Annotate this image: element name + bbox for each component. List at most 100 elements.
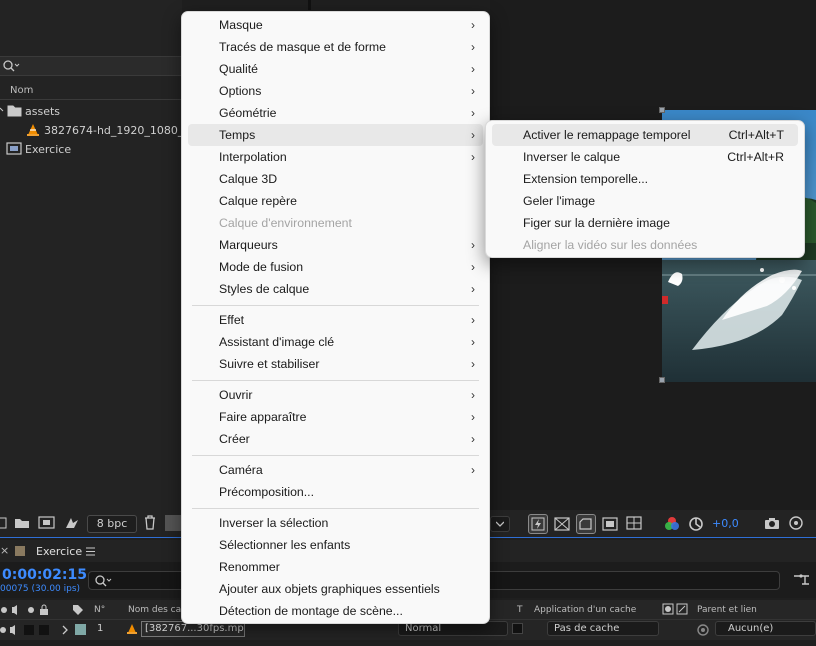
mask-shape-icon: [579, 518, 592, 530]
search-icon: [3, 60, 20, 72]
menu-item-temps[interactable]: Temps ›: [188, 124, 483, 146]
menu-item-qualite[interactable]: Qualité ›: [188, 58, 483, 80]
render-queue-icon[interactable]: [64, 516, 80, 530]
menu-item-inverser-la-selection[interactable]: Inverser la sélection: [188, 512, 483, 534]
menu-item-calque-repere[interactable]: Calque repère: [188, 190, 483, 212]
new-composition-icon[interactable]: [38, 516, 56, 530]
chevron-right-icon: ›: [471, 410, 475, 424]
layer-color-label[interactable]: [75, 624, 86, 635]
menu-item-label: Renommer: [219, 560, 280, 574]
project-item-footage[interactable]: 3827674-hd_1920_1080_30: [0, 121, 182, 140]
chevron-right-icon: ›: [471, 335, 475, 349]
menu-item-masque[interactable]: Masque ›: [188, 14, 483, 36]
column-parent[interactable]: Parent et lien: [697, 605, 757, 615]
project-item-folder[interactable]: assets: [0, 102, 182, 121]
menu-separator: [192, 380, 479, 381]
menu-separator: [192, 508, 479, 509]
project-item-label: 3827674-hd_1920_1080_30: [44, 124, 182, 137]
menu-item-selectionner-les-enfants[interactable]: Sélectionner les enfants: [188, 534, 483, 556]
menu-item-creer[interactable]: Créer ›: [188, 428, 483, 450]
fast-previews-button[interactable]: [528, 514, 548, 534]
track-matte-value: Pas de cache: [554, 623, 620, 634]
menu-item-ajouter-aux-objets-graphiques-essentiels[interactable]: Ajouter aux objets graphiques essentiels: [188, 578, 483, 600]
channel-rgb-icon[interactable]: [664, 516, 680, 532]
timeline-tab-label[interactable]: Exercice: [36, 545, 82, 558]
transform-handle[interactable]: [659, 377, 665, 383]
menu-item-camera[interactable]: Caméra ›: [188, 459, 483, 481]
close-icon[interactable]: ×: [0, 544, 9, 557]
menu-item-ouvrir[interactable]: Ouvrir ›: [188, 384, 483, 406]
menu-item-label: Créer: [219, 432, 250, 446]
grid-guides-icon[interactable]: [626, 516, 644, 532]
menu-item-label: Calque 3D: [219, 172, 278, 186]
menu-item-label: Inverser la sélection: [219, 516, 329, 530]
project-item-composition[interactable]: Exercice: [0, 140, 182, 159]
menu-item-renommer[interactable]: Renommer: [188, 556, 483, 578]
preserve-transparency-checkbox[interactable]: [512, 623, 523, 634]
current-time-display[interactable]: 0:00:02:15: [2, 567, 87, 583]
menu-item-interpolation[interactable]: Interpolation ›: [188, 146, 483, 168]
pickwhip-icon[interactable]: [696, 623, 710, 637]
parent-pickwhip-icons: [662, 603, 688, 615]
new-folder-icon[interactable]: [14, 517, 30, 529]
chevron-right-icon: ›: [471, 150, 475, 164]
menu-item-suivre-et-stabiliser[interactable]: Suivre et stabiliser ›: [188, 353, 483, 375]
reset-exposure-icon[interactable]: [688, 516, 704, 532]
menu-item-faire-apparaitre[interactable]: Faire apparaître ›: [188, 406, 483, 428]
menu-item-detection-de-montage-de-scene[interactable]: Détection de montage de scène...: [188, 600, 483, 622]
menu-item-label: Interpolation: [219, 150, 287, 164]
submenu-item-extension-temporelle[interactable]: Extension temporelle...: [492, 168, 798, 190]
blend-mode-value: Normal: [405, 623, 442, 634]
menu-item-styles-de-calque[interactable]: Styles de calque ›: [188, 278, 483, 300]
menu-item-calque-3d[interactable]: Calque 3D: [188, 168, 483, 190]
chevron-right-icon: ›: [471, 357, 475, 371]
menu-item-effet[interactable]: Effet ›: [188, 309, 483, 331]
transform-handle[interactable]: [659, 107, 665, 113]
mask-visibility-button[interactable]: [576, 514, 596, 534]
chevron-right-icon: ›: [471, 282, 475, 296]
chevron-right-icon: ›: [471, 463, 475, 477]
menu-item-precomposition[interactable]: Précomposition...: [188, 481, 483, 503]
menu-item-label: Styles de calque: [219, 282, 310, 296]
menu-item-label: Suivre et stabiliser: [219, 357, 320, 371]
menu-item-mode-de-fusion[interactable]: Mode de fusion ›: [188, 256, 483, 278]
interpret-footage-icon[interactable]: [0, 517, 8, 529]
lightning-icon: [531, 517, 545, 531]
menu-item-label: Ouvrir: [219, 388, 253, 402]
menu-item-traces-de-masque-et-de-forme[interactable]: Tracés de masque et de forme ›: [188, 36, 483, 58]
chevron-right-icon[interactable]: [62, 625, 70, 635]
column-layer-name[interactable]: Nom des calc: [128, 605, 189, 615]
project-search-row[interactable]: [0, 56, 182, 76]
composition-icon: [6, 142, 22, 155]
trash-icon[interactable]: [143, 515, 157, 531]
menu-item-label: Assistant d'image clé: [219, 335, 335, 349]
composition-flowchart-icon[interactable]: [793, 573, 811, 587]
region-of-interest-icon[interactable]: [602, 517, 618, 531]
menu-item-geometrie[interactable]: Géométrie ›: [188, 102, 483, 124]
snapshot-camera-icon[interactable]: [764, 516, 780, 530]
column-track-matte[interactable]: Application d'un cache: [534, 605, 636, 615]
viewer-dropdown[interactable]: [490, 516, 510, 532]
chevron-right-icon: ›: [471, 84, 475, 98]
transparency-grid-icon[interactable]: [554, 517, 570, 531]
parent-dropdown[interactable]: Aucun(e): [715, 621, 816, 636]
menu-item-options[interactable]: Options ›: [188, 80, 483, 102]
show-snapshot-icon[interactable]: [788, 515, 804, 531]
bit-depth-button[interactable]: 8 bpc: [87, 515, 137, 533]
track-matte-dropdown[interactable]: Pas de cache: [547, 621, 659, 636]
label-tag-icon: [73, 605, 83, 615]
column-t[interactable]: T: [517, 605, 523, 615]
menu-item-marqueurs[interactable]: Marqueurs ›: [188, 234, 483, 256]
submenu-item-aligner-la-video-sur-les-donnees: Aligner la vidéo sur les données: [492, 234, 798, 256]
column-number[interactable]: N°: [94, 605, 105, 615]
menu-item-assistant-d-image-cle[interactable]: Assistant d'image clé ›: [188, 331, 483, 353]
submenu-item-activer-le-remappage-temporel[interactable]: Activer le remappage temporel Ctrl+Alt+T: [492, 124, 798, 146]
submenu-item-geler-l-image[interactable]: Geler l'image: [492, 190, 798, 212]
panel-menu-icon[interactable]: [86, 547, 96, 556]
submenu-item-figer-sur-la-derniere-image[interactable]: Figer sur la dernière image: [492, 212, 798, 234]
color-swatch[interactable]: [165, 515, 181, 531]
menu-item-label: Caméra: [219, 463, 263, 477]
exposure-value[interactable]: +0,0: [712, 517, 739, 530]
submenu-item-inverser-le-calque[interactable]: Inverser le calque Ctrl+Alt+R: [492, 146, 798, 168]
project-column-name[interactable]: Nom: [0, 82, 182, 100]
